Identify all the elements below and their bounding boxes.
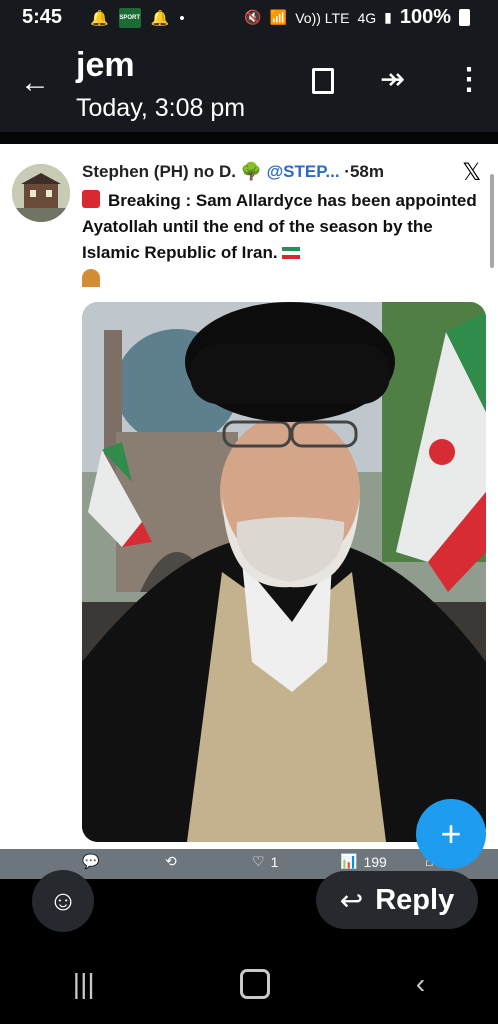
sport-app-badge: SPORT <box>118 8 141 28</box>
embedded-post[interactable]: Stephen (PH) no D. 🌳 @STEP... ·58m 𝕏 Bre… <box>0 144 498 849</box>
battery-level: 100% <box>399 6 451 28</box>
reply-label: Reply <box>375 883 455 916</box>
mute-icon: 🔇 <box>244 9 262 25</box>
back-nav-icon[interactable]: ‹ <box>416 968 425 1000</box>
views-icon: 📊 <box>340 853 358 869</box>
scrollbar[interactable] <box>490 174 494 268</box>
chat-subtitle: Today, 3:08 pm <box>76 94 246 122</box>
back-arrow-icon[interactable]: ← <box>20 66 50 100</box>
view-count: 199 <box>363 853 387 870</box>
battery-icon <box>459 9 470 26</box>
chat-header: ← jem Today, 3:08 pm ↠ ⋮ <box>0 38 498 132</box>
smiley-icon: ☺ <box>48 885 78 916</box>
repost-icon[interactable]: ⟲ <box>165 853 177 870</box>
post-image[interactable] <box>82 302 486 842</box>
volte-label: Vo)) LTE <box>295 9 350 26</box>
home-icon[interactable] <box>240 969 271 999</box>
post-time: 58m <box>349 162 384 181</box>
status-time: 5:45 <box>22 6 63 28</box>
4g-label: 4G <box>357 9 377 26</box>
mosque-icon <box>82 269 100 287</box>
more-vertical-icon[interactable]: ⋮ <box>454 62 484 97</box>
status-bar: 5:45 🔔 SPORT 🔔 • 🔇 📶 Vo)) LTE 4G ▮ 100% <box>0 0 498 38</box>
like-button[interactable]: ♡ 1 <box>252 853 278 870</box>
notification-bell-icon-2: 🔔 <box>150 10 170 27</box>
like-count: 1 <box>270 853 279 870</box>
author-handle[interactable]: @STEP... <box>267 162 340 181</box>
emoji-react-button[interactable]: ☺ <box>32 870 94 932</box>
reply-button[interactable]: ↩ Reply <box>316 871 478 929</box>
tree-icon: 🌳 <box>240 162 262 181</box>
comment-icon[interactable]: 💬 <box>82 853 99 870</box>
views-button[interactable]: 📊 199 <box>340 853 387 870</box>
divider <box>0 132 498 144</box>
wifi-icon: 📶 <box>269 9 288 25</box>
siren-icon <box>82 190 100 208</box>
iran-flag-icon <box>282 247 301 259</box>
recent-apps-icon[interactable]: ||| <box>73 968 95 1000</box>
x-logo-icon: 𝕏 <box>462 159 482 186</box>
system-icons: 🔇 📶 Vo)) LTE 4G ▮ 100% <box>244 6 470 29</box>
add-fab-button[interactable]: + <box>416 799 486 869</box>
reply-arrow-icon: ↩ <box>339 884 364 916</box>
chat-title: jem <box>76 46 135 84</box>
bookmark-icon[interactable] <box>312 68 334 94</box>
system-nav-bar: ||| ‹ <box>0 944 498 1024</box>
notification-bell-icon: 🔔 <box>90 10 109 27</box>
notification-icons: 🔔 SPORT 🔔 • <box>90 8 185 28</box>
avatar[interactable] <box>12 164 70 222</box>
dot-icon: • <box>179 9 185 27</box>
heart-icon: ♡ <box>252 853 265 869</box>
author-name[interactable]: Stephen (PH) no D. <box>82 162 236 181</box>
post-header: Stephen (PH) no D. 🌳 @STEP... ·58m <box>82 162 384 181</box>
post-text: Breaking : Sam Allardyce has been appoin… <box>82 188 482 292</box>
signal-icon: ▮ <box>384 9 392 25</box>
forward-icon[interactable]: ↠ <box>380 62 405 97</box>
